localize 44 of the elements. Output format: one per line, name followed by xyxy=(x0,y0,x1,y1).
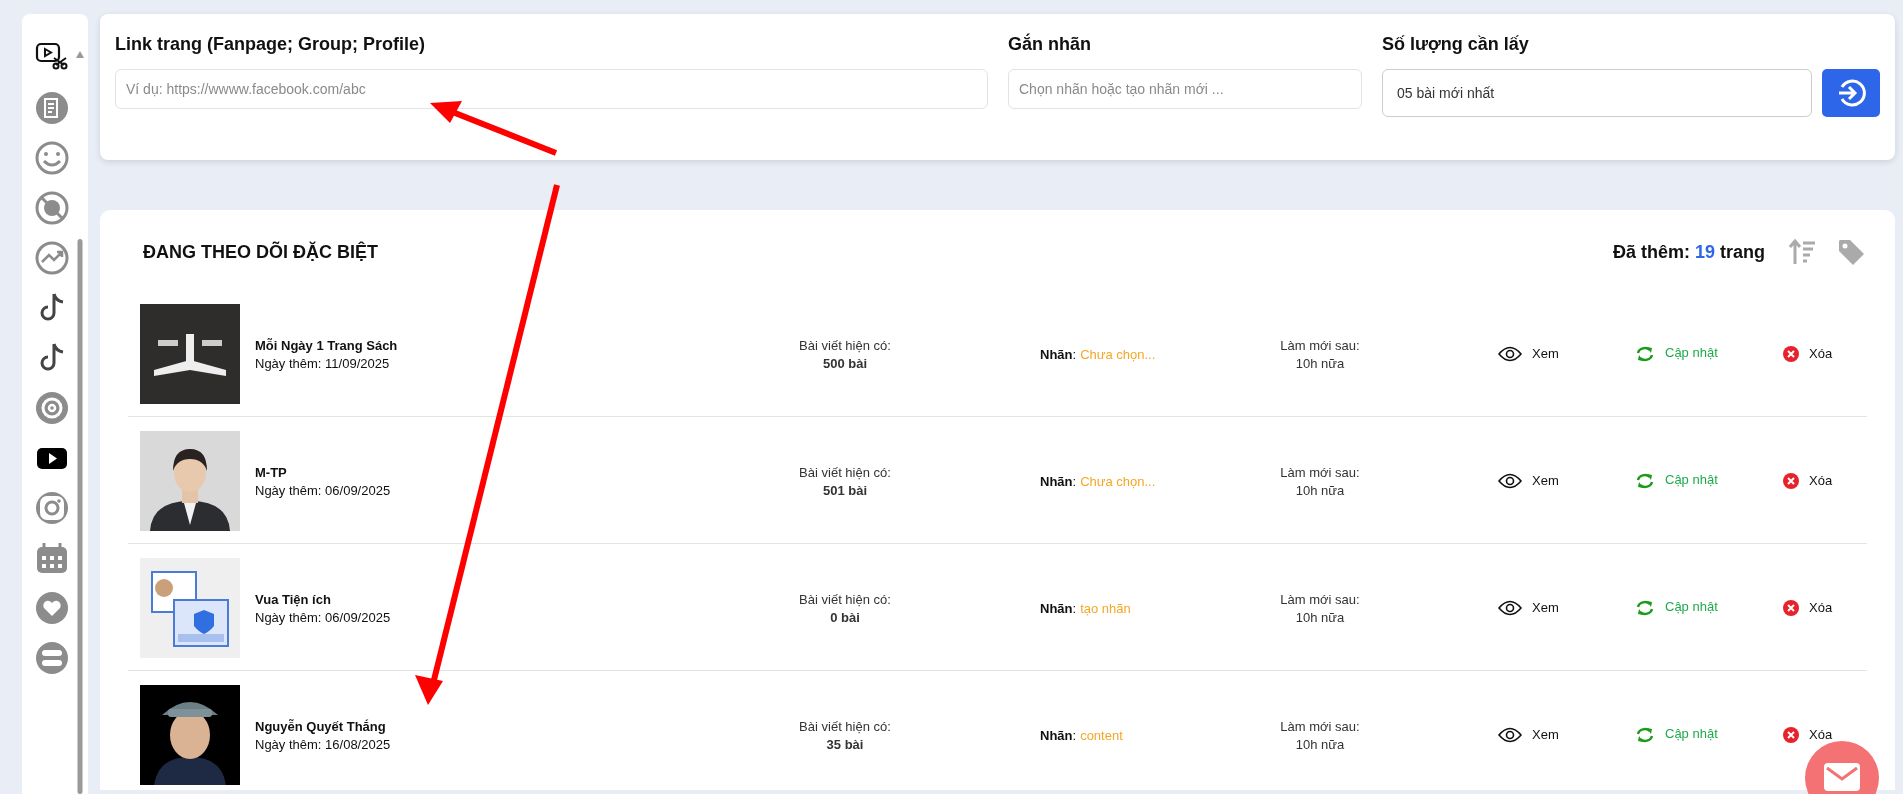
view-button[interactable]: Xem xyxy=(1498,346,1559,362)
refresh-label: Làm mới sau: xyxy=(1280,337,1360,353)
view-button[interactable]: Xem xyxy=(1498,727,1559,743)
page-name: Mỗi Ngày 1 Trang Sách xyxy=(255,337,399,353)
posts-count: 35 bài xyxy=(826,736,864,752)
input-field[interactable]: Ví dụ: https://wwww.facebook.com/abc xyxy=(115,69,988,109)
refresh-time: 10h nữa xyxy=(1295,355,1345,371)
date-added: Ngày thêm: 16/08/2025 xyxy=(255,736,392,752)
field-label: Số lượng cần lấy xyxy=(1382,34,1530,55)
delete-button[interactable]: Xóa xyxy=(1783,473,1833,489)
delete-button[interactable]: Xóa xyxy=(1783,346,1833,362)
view-button[interactable]: Xem xyxy=(1498,600,1559,616)
refresh-time: 10h nữa xyxy=(1295,736,1345,752)
page-name: Vua Tiện ích xyxy=(255,591,332,607)
page-name: Nguyễn Quyết Thắng xyxy=(255,718,387,734)
view-button[interactable]: Xem xyxy=(1498,473,1559,489)
tag-label: Nhãn: xyxy=(1040,727,1077,743)
posts-count: 500 bài xyxy=(822,355,868,371)
refresh-label: Làm mới sau: xyxy=(1280,464,1360,480)
posts-count: 0 bài xyxy=(830,609,860,625)
posts-label: Bài viết hiện có: xyxy=(799,464,891,480)
added-count: Đã thêm: 19 trang xyxy=(1612,241,1765,263)
field-label: Gắn nhãn xyxy=(1008,34,1092,55)
date-added: Ngày thêm: 11/09/2025 xyxy=(255,355,391,371)
posts-label: Bài viết hiện có: xyxy=(799,718,891,734)
input-field[interactable]: Chọn nhãn hoặc tạo nhãn mới ... xyxy=(1008,69,1362,109)
delete-button[interactable]: Xóa xyxy=(1783,727,1833,743)
field-label: Link trang (Fanpage; Group; Profile) xyxy=(115,34,426,55)
section-title: ĐANG THEO DÕI ĐẶC BIỆT xyxy=(143,241,379,263)
date-added: Ngày thêm: 06/09/2025 xyxy=(255,482,392,498)
tag-label: Nhãn: xyxy=(1040,346,1077,362)
posts-label: Bài viết hiện có: xyxy=(799,591,891,607)
delete-button[interactable]: Xóa xyxy=(1783,600,1833,616)
refresh-time: 10h nữa xyxy=(1295,482,1345,498)
refresh-label: Làm mới sau: xyxy=(1280,718,1360,734)
page-name: M-TP xyxy=(255,464,288,480)
tag-label: Nhãn: xyxy=(1040,600,1077,616)
refresh-label: Làm mới sau: xyxy=(1280,591,1360,607)
posts-count: 501 bài xyxy=(822,482,868,498)
date-added: Ngày thêm: 06/09/2025 xyxy=(255,609,392,625)
posts-label: Bài viết hiện có: xyxy=(799,337,891,353)
refresh-time: 10h nữa xyxy=(1295,609,1345,625)
tag-label: Nhãn: xyxy=(1040,473,1077,489)
quantity-field[interactable]: 05 bài mới nhất xyxy=(1382,69,1812,117)
